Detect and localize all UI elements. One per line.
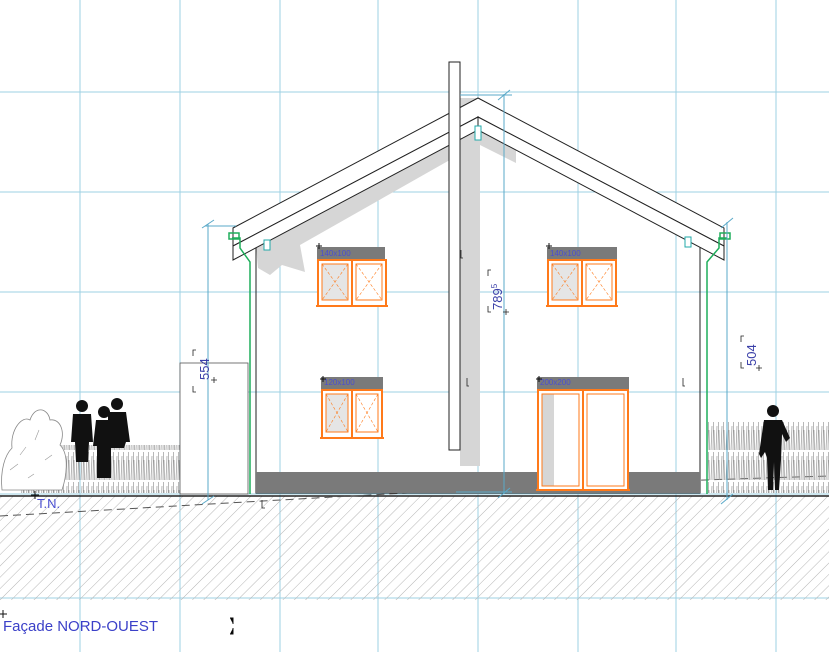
label-patio-door: 200x200: [540, 378, 571, 387]
ground-label: T.N.: [37, 496, 60, 511]
drawing-title: Façade NORD-OUEST: [3, 618, 158, 635]
dim-right-height: 504: [744, 344, 759, 366]
plinth: [256, 472, 700, 493]
chimney: [448, 61, 461, 451]
label-window-lower-left: 120x100: [324, 378, 355, 387]
ground: [0, 475, 829, 600]
dim-left-height: 554: [197, 358, 212, 380]
patio-door: [536, 377, 630, 491]
elevation-drawing: 140x100 140x100 120x100 200x200 554 7895…: [0, 0, 829, 652]
title-block: Façade NORD-OUEST: [0, 610, 234, 635]
label-window-upper-left: 140x100: [320, 249, 351, 258]
dim-total-height: 7895: [490, 283, 505, 310]
label-window-upper-right: 140x100: [550, 249, 581, 258]
